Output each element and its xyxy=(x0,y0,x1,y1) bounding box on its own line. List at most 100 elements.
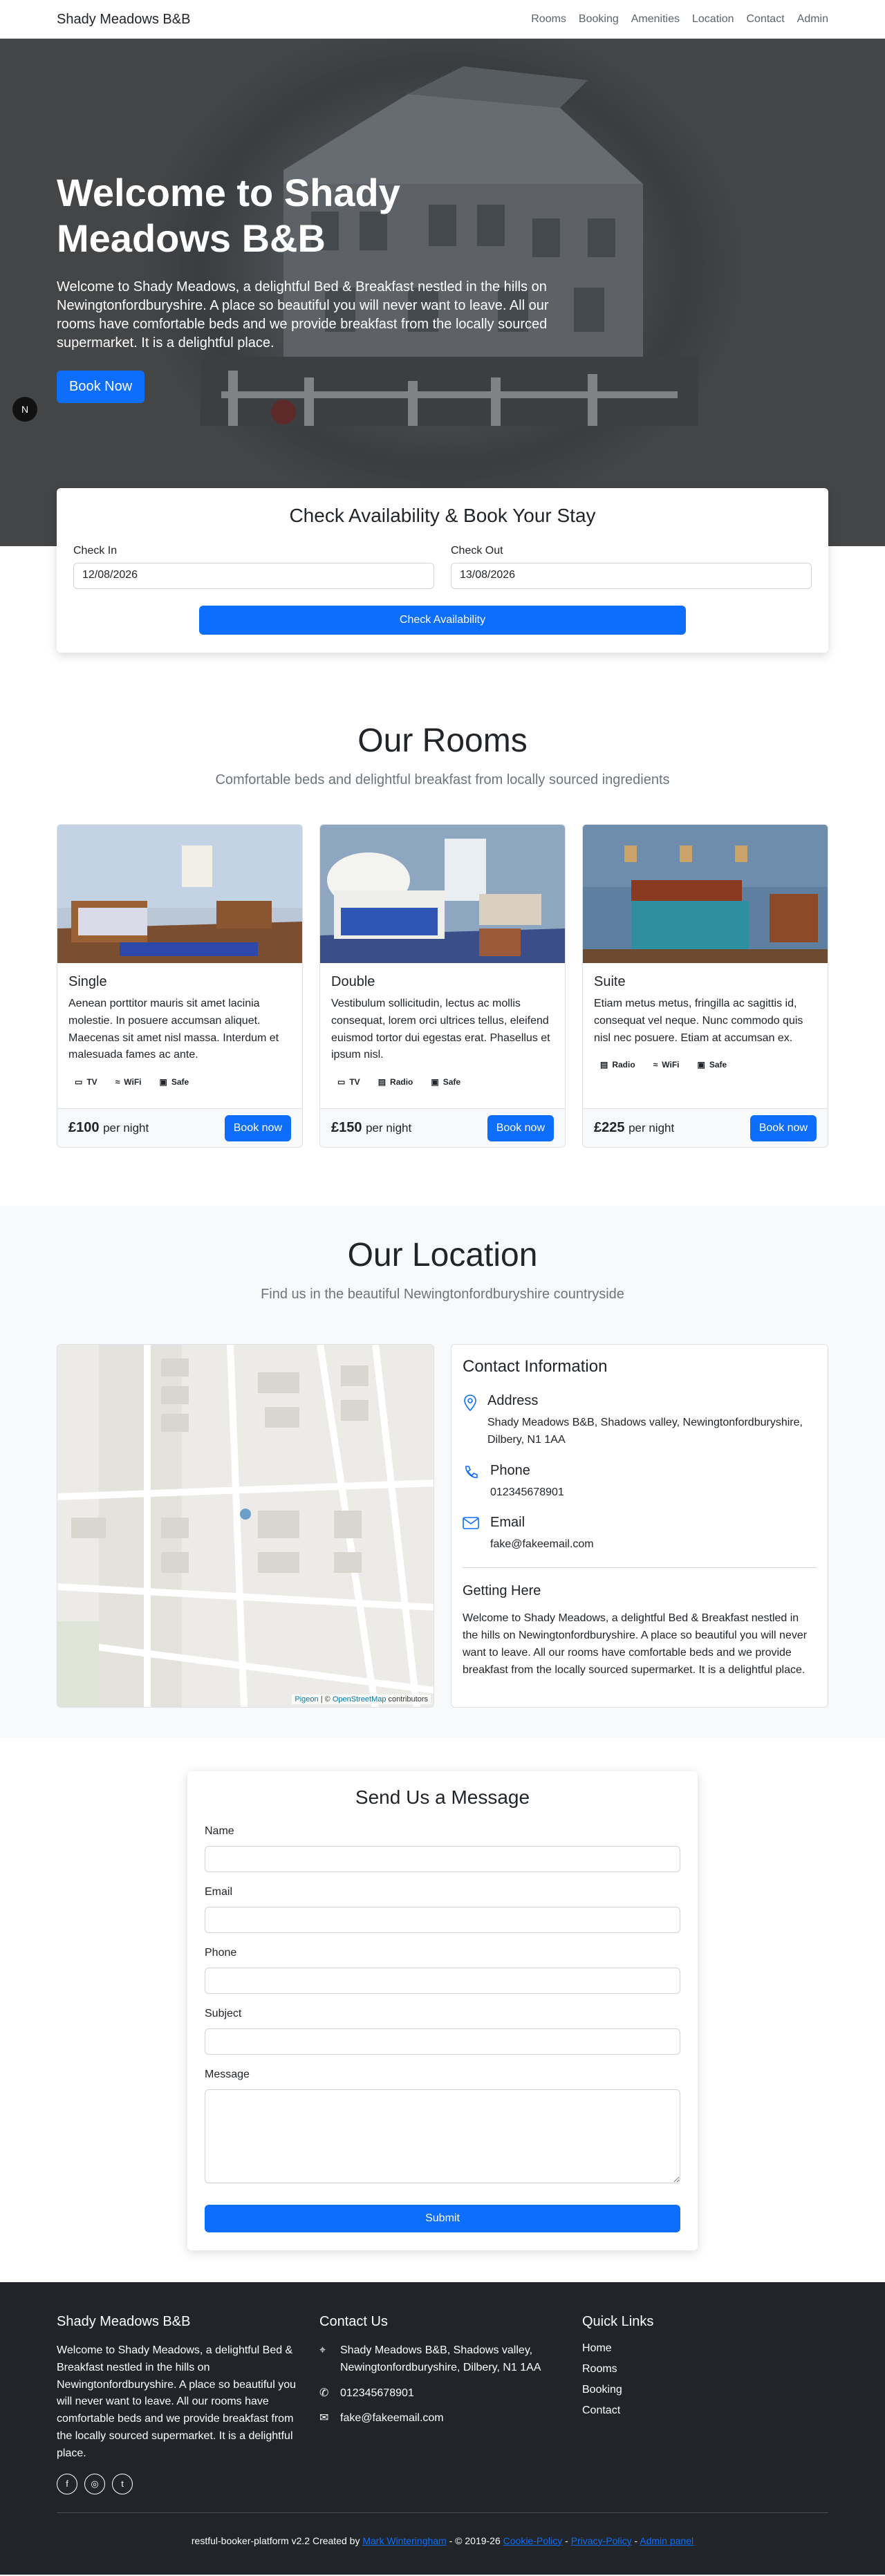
author-link[interactable]: Mark Winteringham xyxy=(362,2535,446,2546)
message-section: Send Us a Message Name Email Phone Subje… xyxy=(0,1738,885,2282)
rooms-subtitle: Comfortable beds and delightful breakfas… xyxy=(215,772,670,787)
quick-links-title: Quick Links xyxy=(582,2314,654,2329)
contact-info-title: Contact Information xyxy=(463,1357,608,1376)
quick-link-contact[interactable]: Contact xyxy=(582,2405,828,2417)
footer-about: Welcome to Shady Meadows, a delightful B… xyxy=(57,2344,296,2459)
footer-email: fake@fakeemail.com xyxy=(340,2412,444,2425)
booking-title: Check Availability & Book Your Stay xyxy=(289,505,596,526)
wifi-icon: ≈ xyxy=(653,1060,658,1070)
instagram-icon[interactable]: ◎ xyxy=(84,2473,105,2494)
room-features: ▭ TV ≈ WiFi ▣ Safe xyxy=(68,1074,291,1090)
copyright: restful-booker-platform v2.2 Created by … xyxy=(191,2535,694,2546)
feature-wifi: ≈ WiFi xyxy=(653,1060,680,1070)
social-links: f ◎ t xyxy=(57,2473,303,2494)
phone-label: Phone xyxy=(490,1462,530,1478)
privacy-policy-link[interactable]: Privacy-Policy xyxy=(571,2535,632,2546)
message-card: Send Us a Message Name Email Phone Subje… xyxy=(187,1771,698,2250)
getting-here-text: Welcome to Shady Meadows, a delightful B… xyxy=(463,1612,808,1676)
cookie-policy-link[interactable]: Cookie-Policy xyxy=(503,2535,563,2546)
message-title: Send Us a Message xyxy=(355,1786,530,1808)
safe-icon: ▣ xyxy=(697,1060,705,1070)
footer-brand: Shady Meadows B&B xyxy=(57,2314,191,2329)
room-footer: £225 per night Book now xyxy=(583,1108,828,1147)
room-image-double xyxy=(320,825,565,963)
feature-wifi: ≈ WiFi xyxy=(115,1077,142,1088)
wifi-icon: ≈ xyxy=(115,1077,120,1088)
nav-links: Rooms Booking Amenities Location Contact… xyxy=(531,13,828,26)
checkin-input[interactable]: 12/08/2026 xyxy=(73,563,434,589)
checkin-label: Check In xyxy=(73,545,118,557)
nav-link-contact[interactable]: Contact xyxy=(747,13,785,26)
feature-radio: ▤ Radio xyxy=(378,1077,413,1088)
subject-input[interactable] xyxy=(205,2028,680,2055)
twitter-icon[interactable]: t xyxy=(112,2473,133,2494)
email-input[interactable] xyxy=(205,1907,680,1933)
phone-field-label: Phone xyxy=(205,1947,237,1959)
email-field-label: Email xyxy=(205,1886,233,1898)
email-value: fake@fakeemail.com xyxy=(490,1538,594,1551)
nav-link-booking[interactable]: Booking xyxy=(579,13,619,26)
room-name: Single xyxy=(68,974,107,989)
admin-panel-link[interactable]: Admin panel xyxy=(640,2535,693,2546)
facebook-icon[interactable]: f xyxy=(57,2473,77,2494)
feature-radio: ▤ Radio xyxy=(600,1060,635,1070)
room-price: £100 per night xyxy=(68,1120,149,1135)
room-footer: £150 per night Book now xyxy=(320,1108,565,1147)
submit-button[interactable]: Submit xyxy=(205,2205,680,2232)
room-card-suite: Suite Etiam metus metus, fringilla ac sa… xyxy=(582,824,828,1148)
footer-address: Shady Meadows B&B, Shadows valley, Newin… xyxy=(340,2344,541,2373)
quick-link-booking[interactable]: Booking xyxy=(582,2384,828,2396)
feature-safe: ▣ Safe xyxy=(159,1077,189,1088)
check-availability-button[interactable]: Check Availability xyxy=(199,606,686,635)
map[interactable]: Pigeon | © OpenStreetMap contributors xyxy=(57,1344,434,1708)
book-room-button[interactable]: Book now xyxy=(749,1114,817,1141)
room-price: £225 per night xyxy=(594,1120,675,1135)
nav-brand[interactable]: Shady Meadows B&B xyxy=(57,12,190,28)
footer-phone: 012345678901 xyxy=(340,2387,414,2399)
feature-tv: ▭ TV xyxy=(337,1077,360,1088)
side-badge[interactable]: N xyxy=(12,397,37,422)
booking-card: Check Availability & Book Your Stay Chec… xyxy=(57,488,828,653)
email-label: Email xyxy=(490,1515,525,1531)
feature-safe: ▣ Safe xyxy=(697,1060,727,1070)
room-image-single xyxy=(57,825,302,963)
room-image-suite xyxy=(583,825,828,963)
feature-safe: ▣ Safe xyxy=(431,1077,461,1088)
room-grid: Single Aenean porttitor mauris sit amet … xyxy=(57,824,828,1148)
phone-input[interactable] xyxy=(205,1968,680,1994)
safe-icon: ▣ xyxy=(159,1077,167,1088)
quick-link-home[interactable]: Home xyxy=(582,2342,828,2355)
room-name: Suite xyxy=(594,974,626,989)
checkout-input[interactable]: 13/08/2026 xyxy=(451,563,812,589)
divider xyxy=(463,1567,817,1569)
room-description: Aenean porttitor mauris sit amet lacinia… xyxy=(68,998,279,1061)
map-attribution: Pigeon | © OpenStreetMap contributors xyxy=(292,1695,431,1704)
nav-link-rooms[interactable]: Rooms xyxy=(531,13,566,26)
room-footer: £100 per night Book now xyxy=(57,1108,302,1147)
tv-icon: ▭ xyxy=(337,1077,346,1088)
phone-icon: ✆ xyxy=(319,2387,329,2399)
quick-link-rooms[interactable]: Rooms xyxy=(582,2363,828,2376)
location-subtitle: Find us in the beautiful Newingtonfordbu… xyxy=(261,1287,624,1302)
hero-title: Welcome to Shady Meadows B&B xyxy=(57,171,400,261)
nav-link-location[interactable]: Location xyxy=(692,13,734,26)
feature-tv: ▭ TV xyxy=(75,1077,97,1088)
room-description: Vestibulum sollicitudin, lectus ac molli… xyxy=(331,998,550,1061)
room-card-single: Single Aenean porttitor mauris sit amet … xyxy=(57,824,303,1148)
book-now-button[interactable]: Book Now xyxy=(57,371,145,404)
rooms-title: Our Rooms xyxy=(357,722,528,759)
safe-icon: ▣ xyxy=(431,1077,439,1088)
book-room-button[interactable]: Book now xyxy=(487,1114,554,1141)
book-room-button[interactable]: Book now xyxy=(224,1114,291,1141)
room-features: ▭ TV ▤ Radio ▣ Safe xyxy=(331,1074,554,1090)
contact-info-card: Contact Information Address Shady Meadows… xyxy=(451,1344,828,1708)
name-input[interactable] xyxy=(205,1846,680,1872)
message-textarea[interactable] xyxy=(205,2089,680,2183)
phone-value: 012345678901 xyxy=(490,1486,564,1498)
footer-divider xyxy=(57,2512,828,2513)
nav-link-admin[interactable]: Admin xyxy=(797,13,828,26)
room-features: ▤ Radio ≈ WiFi ▣ Safe xyxy=(594,1056,817,1073)
nav-link-amenities[interactable]: Amenities xyxy=(631,13,680,26)
getting-here-title: Getting Here xyxy=(463,1583,541,1599)
email-icon: ✉ xyxy=(319,2412,329,2425)
